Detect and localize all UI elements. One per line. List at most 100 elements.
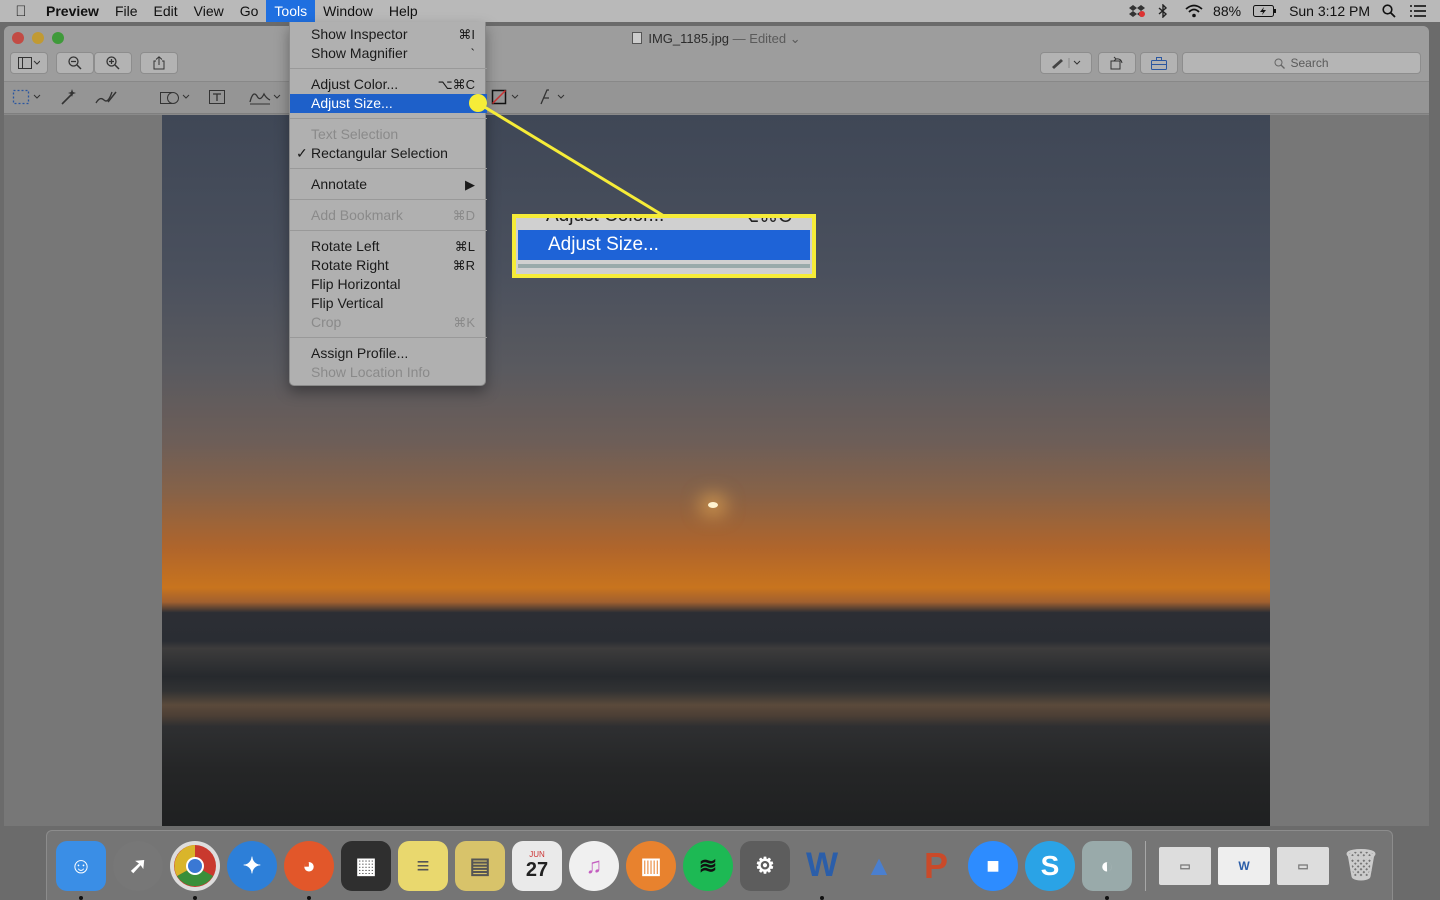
dock-stickies[interactable]: ▤ [455, 840, 505, 891]
battery-charging-icon[interactable] [1253, 4, 1277, 18]
menu-item-rotate-right[interactable]: Rotate Right ⌘R [290, 256, 487, 275]
dock-chrome[interactable] [170, 840, 220, 900]
sign-tool[interactable] [248, 88, 288, 109]
dock-itunes[interactable]: ♫ [569, 840, 619, 891]
zoom-out-icon [68, 56, 82, 70]
dock-notes[interactable]: ≡ [398, 840, 448, 891]
shapes-icon [160, 92, 190, 104]
preview-window: IMG_1185.jpg — Edited ⌄ Search [4, 26, 1429, 826]
running-indicator [193, 895, 197, 900]
menu-item-add-bookmark[interactable]: Add Bookmark ⌘D [290, 206, 487, 225]
finder-icon: ☺ [69, 852, 93, 878]
skype-icon: S [1040, 849, 1060, 881]
running-indicator [1105, 895, 1109, 900]
instant-alpha-tool[interactable] [58, 88, 78, 109]
dock-photo-booth[interactable]: ▦ [341, 840, 391, 891]
title-bar: IMG_1185.jpg — Edited ⌄ Search [4, 26, 1429, 82]
dock-skype[interactable]: S [1025, 840, 1075, 891]
wifi-icon[interactable] [1185, 4, 1203, 18]
window-thumbnail-icon: ▭ [1297, 858, 1309, 873]
menu-item-crop[interactable]: Crop ⌘K [290, 313, 487, 332]
dock-minimized-chrome-window[interactable]: ▭ [1159, 846, 1211, 885]
battery-percent: 88% [1213, 3, 1242, 19]
menu-clock[interactable]: Sun 3:12 PM [1289, 3, 1370, 19]
dock-system-preferences[interactable]: ⚙ [740, 840, 790, 891]
dock-powerpoint[interactable]: P [911, 841, 961, 891]
menu-bar:  Preview File Edit View Go Tools Window… [0, 0, 1440, 22]
rotate-button[interactable] [1098, 52, 1136, 74]
menu-item-show-location-info[interactable]: Show Location Info [290, 363, 487, 382]
signature-icon [249, 92, 281, 105]
search-field[interactable]: Search [1182, 52, 1421, 74]
sidebar-toggle-button[interactable] [10, 52, 48, 74]
dropbox-icon[interactable] [1129, 4, 1146, 18]
apple-menu-icon[interactable]:  [0, 3, 42, 20]
window-title[interactable]: IMG_1185.jpg — Edited ⌄ [4, 31, 1429, 47]
menu-item-text-selection[interactable]: Text Selection [290, 125, 487, 144]
dock-launchpad[interactable]: ➚ [113, 840, 163, 891]
menu-item-flip-vertical[interactable]: Flip Vertical [290, 294, 487, 313]
menu-separator [290, 68, 487, 69]
share-button[interactable] [140, 52, 178, 74]
menu-window[interactable]: Window [315, 0, 381, 22]
menu-item-adjust-size[interactable]: Adjust Size... [290, 94, 487, 113]
menu-edit[interactable]: Edit [146, 0, 186, 22]
menu-separator [290, 199, 487, 200]
keynote-icon: ▲ [865, 849, 893, 881]
search-icon [1274, 58, 1286, 69]
zoom-out-button[interactable] [56, 52, 94, 74]
menu-view[interactable]: View [186, 0, 232, 22]
dock-calendar[interactable]: JUN 27 [512, 840, 562, 891]
toolbox-icon [1151, 56, 1167, 70]
menu-item-rectangular-selection[interactable]: ✓ Rectangular Selection [290, 144, 487, 163]
status-tray: 88% Sun 3:12 PM [1129, 3, 1440, 19]
menu-item-flip-horizontal[interactable]: Flip Horizontal [290, 275, 487, 294]
menu-item-rotate-left[interactable]: Rotate Left ⌘L [290, 237, 487, 256]
chevron-down-icon: ⌄ [789, 31, 801, 46]
magic-wand-icon [61, 89, 76, 105]
dock-minimized-chrome-window-2[interactable]: ▭ [1277, 846, 1329, 885]
sketch-tool[interactable] [94, 88, 118, 109]
menu-go[interactable]: Go [232, 0, 267, 22]
rectangular-selection-tool[interactable] [12, 88, 42, 109]
notification-center-icon[interactable] [1410, 4, 1426, 18]
running-indicator [820, 895, 824, 900]
font-icon [540, 89, 565, 105]
trash-icon: 🗑 [1341, 849, 1381, 882]
document-icon [632, 32, 643, 44]
markup-toggle-button[interactable] [1140, 52, 1178, 74]
dock-trash[interactable]: 🗑 [1336, 841, 1386, 891]
menu-item-show-inspector[interactable]: Show Inspector ⌘I [290, 25, 487, 44]
markup-toolbar-button[interactable] [1040, 52, 1092, 74]
text-tool[interactable] [208, 88, 226, 109]
bluetooth-icon[interactable] [1157, 3, 1173, 19]
dock-preview[interactable]: ◐ [1082, 840, 1132, 900]
border-color-tool[interactable] [490, 88, 524, 109]
dock-ibooks[interactable]: ▥ [626, 840, 676, 891]
spotlight-search-icon[interactable] [1382, 4, 1398, 18]
dock-zoom[interactable]: ■ [968, 840, 1018, 891]
text-style-tool[interactable] [538, 88, 568, 109]
menu-tools[interactable]: Tools [266, 0, 316, 22]
menu-item-assign-profile[interactable]: Assign Profile... [290, 344, 487, 363]
menu-help[interactable]: Help [381, 0, 426, 22]
checkmark-icon: ✓ [296, 145, 308, 161]
dock-minimized-word-document[interactable]: W [1218, 846, 1270, 885]
menu-app-name[interactable]: Preview [42, 0, 107, 22]
shapes-tool[interactable] [159, 88, 193, 109]
zoom-in-button[interactable] [94, 52, 132, 74]
dock-keynote[interactable]: ▲ [854, 841, 904, 891]
menu-item-adjust-color[interactable]: Adjust Color... ⌥⌘C [290, 75, 487, 94]
dock-safari[interactable]: ✦ [227, 840, 277, 891]
menu-item-annotate[interactable]: Annotate ▶ [290, 175, 487, 194]
dock-spotify[interactable]: ≋ [683, 840, 733, 891]
menu-separator [290, 168, 487, 169]
menu-item-show-magnifier[interactable]: Show Magnifier ` [290, 44, 487, 63]
running-indicator [307, 895, 311, 900]
menu-separator [290, 230, 487, 231]
dock-word[interactable]: W [797, 841, 847, 900]
border-color-icon [491, 89, 519, 105]
dock-firefox[interactable]: ◕ [284, 840, 334, 900]
dock-finder[interactable]: ☺ [56, 840, 106, 900]
menu-file[interactable]: File [107, 0, 146, 22]
